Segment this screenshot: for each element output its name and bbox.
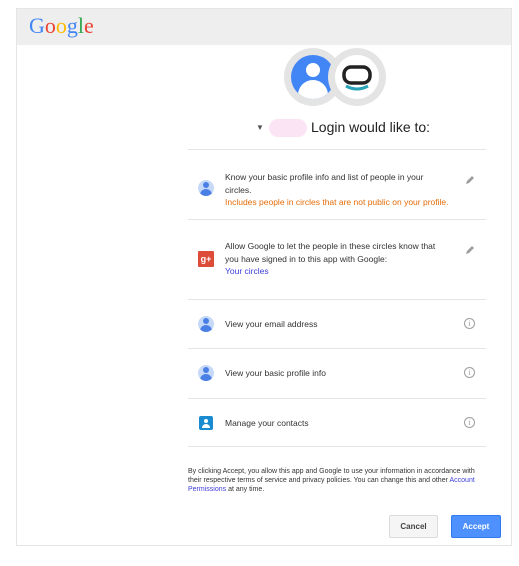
permission-text: Manage your contacts: [225, 418, 309, 428]
contacts-icon: [199, 416, 213, 430]
logo-letter: g: [66, 13, 78, 38]
google-logo: Google: [29, 13, 94, 39]
user-icon: [198, 365, 214, 381]
permission-item: Manage your contacts i: [188, 398, 486, 447]
permission-item: View your basic profile info i: [188, 348, 486, 398]
google-plus-icon: g+: [198, 251, 214, 267]
legal-text-end: at any time.: [228, 486, 265, 493]
consent-title: ▼ Login would like to:: [256, 117, 496, 139]
info-icon[interactable]: i: [464, 318, 476, 330]
redacted-app-name: [269, 119, 307, 137]
user-icon: [198, 180, 214, 196]
accept-button[interactable]: Accept: [451, 515, 501, 538]
permission-text: View your basic profile info: [225, 368, 326, 378]
permission-text: Allow Google to let the people in these …: [225, 240, 449, 278]
account-dropdown-caret-icon[interactable]: ▼: [256, 123, 264, 132]
permission-description: Allow Google to let the people in these …: [225, 241, 436, 264]
consent-title-text: Login would like to:: [311, 119, 431, 135]
edit-icon[interactable]: [464, 244, 476, 256]
permission-item: Know your basic profile info and list of…: [188, 149, 486, 219]
permission-item: View your email address i: [188, 299, 486, 348]
permission-item: g+ Allow Google to let the people in the…: [188, 219, 486, 299]
permission-list: Know your basic profile info and list of…: [188, 149, 486, 447]
info-icon[interactable]: i: [464, 367, 476, 379]
legal-text: By clicking Accept, you allow this app a…: [188, 468, 475, 484]
permission-text: Know your basic profile info and list of…: [225, 171, 449, 209]
logo-letter: G: [29, 13, 45, 38]
logo-letter: e: [84, 13, 94, 38]
header-bar: Google: [17, 9, 511, 45]
permission-description: Know your basic profile info and list of…: [225, 172, 424, 195]
permission-warning: Includes people in circles that are not …: [225, 197, 449, 207]
user-icon: [198, 316, 214, 332]
account-avatars: [284, 48, 394, 106]
app-avatar: [328, 48, 386, 106]
edit-icon[interactable]: [464, 174, 476, 186]
app-logo-icon: [342, 65, 372, 91]
logo-letter: o: [55, 13, 67, 38]
your-circles-link[interactable]: Your circles: [225, 266, 269, 276]
cancel-button[interactable]: Cancel: [389, 515, 438, 538]
permission-text: View your email address: [225, 319, 318, 329]
legal-notice: By clicking Accept, you allow this app a…: [188, 467, 478, 494]
info-icon[interactable]: i: [464, 417, 476, 429]
logo-letter: o: [44, 13, 56, 38]
